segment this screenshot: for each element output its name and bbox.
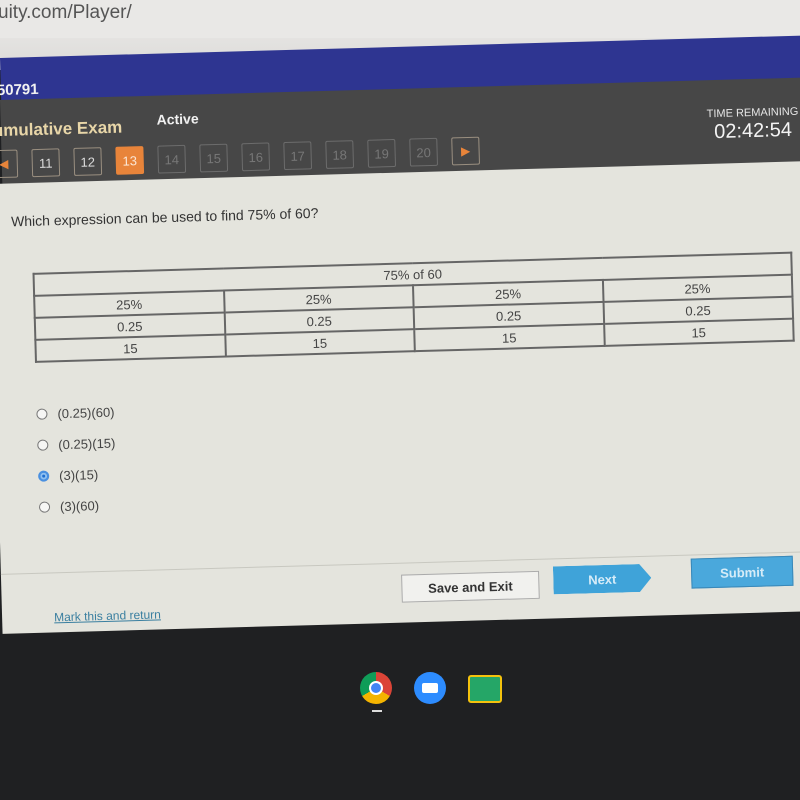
answer-option[interactable]: (3)(60) — [38, 490, 118, 523]
chrome-icon[interactable] — [360, 672, 392, 704]
radio-button[interactable] — [36, 408, 48, 420]
course-code: 50791 — [0, 80, 39, 100]
mark-and-return-link[interactable]: Mark this and return — [54, 607, 161, 624]
table-cell: 15 — [224, 329, 415, 357]
question-11-button[interactable]: 11 — [31, 148, 61, 178]
question-17-button[interactable]: 17 — [283, 141, 313, 171]
question-18-button[interactable]: 18 — [325, 140, 355, 169]
table-cell: 15 — [603, 318, 794, 346]
question-panel: Which expression can be used to find 75%… — [0, 160, 800, 634]
option-label: (0.25)(60) — [57, 404, 115, 422]
question-14-button[interactable]: 14 — [157, 144, 187, 174]
option-label: (3)(60) — [59, 498, 100, 515]
radio-button[interactable] — [38, 470, 50, 482]
url-text[interactable]: uity.com/Player/ — [0, 2, 132, 24]
answer-options: (0.25)(60) (0.25)(15) (3)(15) (3)(60) — [36, 397, 118, 523]
question-15-button[interactable]: 15 — [199, 143, 229, 173]
browser-address-bar[interactable]: uity.com/Player/ — [0, 0, 800, 38]
next-button[interactable]: Next — [553, 564, 652, 595]
answer-option[interactable]: (0.25)(60) — [36, 397, 115, 430]
exam-title: umulative Exam — [0, 117, 123, 141]
zoom-icon[interactable] — [414, 672, 446, 704]
percent-table: 75% of 60 25% 25% 25% 25% 0.25 0.25 0.25 0.25 15… — [32, 252, 794, 363]
table-cell: 15 — [414, 323, 605, 352]
question-13-button[interactable]: 13 — [115, 146, 145, 175]
answer-option[interactable]: (3)(15) — [38, 459, 117, 492]
prev-question-button[interactable]: ◀ — [0, 149, 19, 179]
table-cell: 15 — [35, 334, 226, 362]
option-label: (3)(15) — [58, 467, 99, 484]
answer-option[interactable]: (0.25)(15) — [37, 428, 116, 461]
radio-button[interactable] — [37, 439, 49, 451]
option-label: (0.25)(15) — [58, 435, 116, 453]
divider — [0, 550, 800, 575]
save-and-exit-button[interactable]: Save and Exit — [401, 570, 540, 603]
chevron-right-icon: ▶ — [460, 143, 471, 159]
chevron-left-icon: ◀ — [0, 156, 9, 172]
google-classroom-icon[interactable] — [468, 675, 502, 703]
question-16-button[interactable]: 16 — [241, 142, 271, 172]
question-19-button[interactable]: 19 — [367, 138, 397, 168]
taskbar — [360, 672, 502, 704]
next-question-button[interactable]: ▶ — [451, 136, 480, 166]
question-20-button[interactable]: 20 — [409, 137, 439, 167]
question-12-button[interactable]: 12 — [73, 147, 103, 176]
exam-status: Active — [156, 110, 199, 128]
question-text: Which expression can be used to find 75%… — [10, 204, 319, 230]
time-remaining: 02:42:54 — [713, 118, 793, 144]
submit-button[interactable]: Submit — [690, 555, 794, 589]
radio-button[interactable] — [38, 501, 51, 513]
active-app-indicator — [372, 710, 382, 712]
